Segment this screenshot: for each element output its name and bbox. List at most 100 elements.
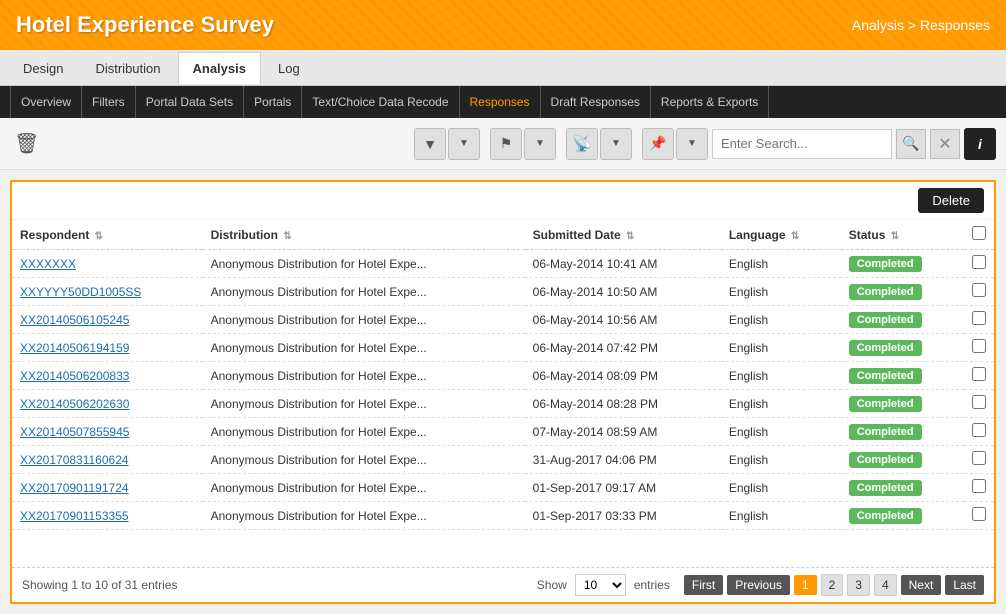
status-badge: Completed — [849, 256, 922, 272]
respondent-link[interactable]: XX20140506202630 — [20, 397, 129, 411]
info-button[interactable]: i — [964, 128, 996, 160]
row-checkbox[interactable] — [972, 311, 986, 325]
subnav-reports-exports[interactable]: Reports & Exports — [651, 86, 769, 118]
language-cell: English — [721, 278, 841, 306]
flag-button[interactable]: ⚑ — [490, 128, 522, 160]
submitted-date-cell: 06-May-2014 10:41 AM — [525, 250, 721, 278]
language-cell: English — [721, 334, 841, 362]
table-row: XX20140506194159Anonymous Distribution f… — [12, 334, 994, 362]
show-select[interactable]: 10 25 50 100 — [575, 574, 626, 596]
flag-group: ⚑ ▼ — [490, 128, 556, 160]
respondent-link[interactable]: XXXXXXX — [20, 257, 76, 271]
app-header: Hotel Experience Survey Analysis > Respo… — [0, 0, 1006, 50]
table-row: XX20140506105245Anonymous Distribution f… — [12, 306, 994, 334]
language-cell: English — [721, 306, 841, 334]
distribution-cell: Anonymous Distribution for Hotel Expe... — [203, 250, 525, 278]
clear-search-button[interactable]: ✕ — [930, 129, 960, 159]
submitted-date-cell: 06-May-2014 08:28 PM — [525, 390, 721, 418]
antenna-dropdown-button[interactable]: ▼ — [600, 128, 632, 160]
row-checkbox[interactable] — [972, 283, 986, 297]
status-badge: Completed — [849, 368, 922, 384]
pin-button[interactable]: 📌 — [642, 128, 674, 160]
distribution-cell: Anonymous Distribution for Hotel Expe... — [203, 418, 525, 446]
table-scroll[interactable]: Respondent ⇅ Distribution ⇅ Submitted Da… — [12, 220, 994, 567]
subnav-text-choice[interactable]: Text/Choice Data Recode — [302, 86, 459, 118]
respondent-link[interactable]: XX20140506194159 — [20, 341, 129, 355]
search-button[interactable]: 🔍 — [896, 129, 926, 159]
respondent-link[interactable]: XX20170901153355 — [20, 509, 129, 523]
row-checkbox[interactable] — [972, 451, 986, 465]
respondent-link[interactable]: XX20140507855945 — [20, 425, 129, 439]
distribution-cell: Anonymous Distribution for Hotel Expe... — [203, 502, 525, 530]
subnav-portal-data-sets[interactable]: Portal Data Sets — [136, 86, 244, 118]
first-page-button[interactable]: First — [684, 575, 723, 595]
breadcrumb: Analysis > Responses — [852, 17, 990, 33]
row-checkbox[interactable] — [972, 507, 986, 521]
tab-distribution[interactable]: Distribution — [80, 52, 175, 84]
page-4-button[interactable]: 4 — [874, 574, 897, 596]
submitted-date-cell: 01-Sep-2017 09:17 AM — [525, 474, 721, 502]
row-checkbox[interactable] — [972, 395, 986, 409]
respondent-link[interactable]: XX20140506105245 — [20, 313, 129, 327]
submitted-date-cell: 31-Aug-2017 04:06 PM — [525, 446, 721, 474]
pin-dropdown-button[interactable]: ▼ — [676, 128, 708, 160]
row-checkbox[interactable] — [972, 423, 986, 437]
subnav-portals[interactable]: Portals — [244, 86, 302, 118]
previous-page-button[interactable]: Previous — [727, 575, 790, 595]
col-language: Language ⇅ — [721, 220, 841, 250]
subnav-draft-responses[interactable]: Draft Responses — [541, 86, 651, 118]
sort-arrows-submitted: ⇅ — [626, 231, 634, 242]
respondent-link[interactable]: XXYYYY50DD1005SS — [20, 285, 141, 299]
table-row: XXYYYY50DD1005SS Anonymous Distribution f… — [12, 278, 994, 306]
row-checkbox[interactable] — [972, 479, 986, 493]
next-page-button[interactable]: Next — [901, 575, 942, 595]
distribution-cell: Anonymous Distribution for Hotel Expe... — [203, 390, 525, 418]
language-cell: English — [721, 446, 841, 474]
pagination-footer: Showing 1 to 10 of 31 entries Show 10 25… — [12, 567, 994, 602]
pagination-controls: Show 10 25 50 100 entries First Previous… — [537, 574, 984, 596]
main-nav: DesignDistributionAnalysisLog — [0, 50, 1006, 86]
col-respondent: Respondent ⇅ — [12, 220, 203, 250]
table-row: XX20170901153355 Anonymous Distribution f… — [12, 502, 994, 530]
row-checkbox[interactable] — [972, 339, 986, 353]
table-row: XX20140506202630 Anonymous Distribution f… — [12, 390, 994, 418]
show-label: Show — [537, 578, 567, 592]
search-input[interactable] — [712, 129, 892, 159]
responses-table: Respondent ⇅ Distribution ⇅ Submitted Da… — [12, 220, 994, 530]
table-container: Delete Respondent ⇅ Distribution ⇅ Submi… — [10, 180, 996, 604]
respondent-link[interactable]: XX20170831160624 — [20, 453, 129, 467]
antenna-button[interactable]: 📡 — [566, 128, 598, 160]
row-checkbox[interactable] — [972, 255, 986, 269]
submitted-date-cell: 06-May-2014 08:09 PM — [525, 362, 721, 390]
page-3-button[interactable]: 3 — [847, 574, 870, 596]
tab-analysis[interactable]: Analysis — [178, 52, 261, 84]
delete-button[interactable]: Delete — [918, 188, 984, 213]
trash-button[interactable]: 🗑 — [10, 127, 43, 160]
distribution-cell: Anonymous Distribution for Hotel Expe... — [203, 278, 525, 306]
filter-group: ▼ ▼ — [414, 128, 480, 160]
table-action-row: Delete — [12, 182, 994, 220]
filter-button[interactable]: ▼ — [414, 128, 446, 160]
flag-dropdown-button[interactable]: ▼ — [524, 128, 556, 160]
table-row: XX20140506200833Anonymous Distribution f… — [12, 362, 994, 390]
respondent-link[interactable]: XX20170901191724 — [20, 481, 129, 495]
filter-dropdown-button[interactable]: ▼ — [448, 128, 480, 160]
page-2-button[interactable]: 2 — [821, 574, 844, 596]
tab-design[interactable]: Design — [8, 52, 78, 84]
tab-log[interactable]: Log — [263, 52, 315, 84]
respondent-link[interactable]: XX20140506200833 — [20, 369, 129, 383]
col-submitted-date: Submitted Date ⇅ — [525, 220, 721, 250]
pin-group: 📌 ▼ — [642, 128, 708, 160]
distribution-cell: Anonymous Distribution for Hotel Expe... — [203, 446, 525, 474]
subnav-overview[interactable]: Overview — [10, 86, 82, 118]
subnav-responses[interactable]: Responses — [460, 86, 541, 118]
last-page-button[interactable]: Last — [945, 575, 984, 595]
subnav-filters[interactable]: Filters — [82, 86, 136, 118]
submitted-date-cell: 06-May-2014 07:42 PM — [525, 334, 721, 362]
page-1-button[interactable]: 1 — [794, 575, 817, 595]
table-row: XXXXXXX Anonymous Distribution for Hotel … — [12, 250, 994, 278]
submitted-date-cell: 07-May-2014 08:59 AM — [525, 418, 721, 446]
language-cell: English — [721, 250, 841, 278]
select-all-checkbox[interactable] — [972, 226, 986, 240]
row-checkbox[interactable] — [972, 367, 986, 381]
